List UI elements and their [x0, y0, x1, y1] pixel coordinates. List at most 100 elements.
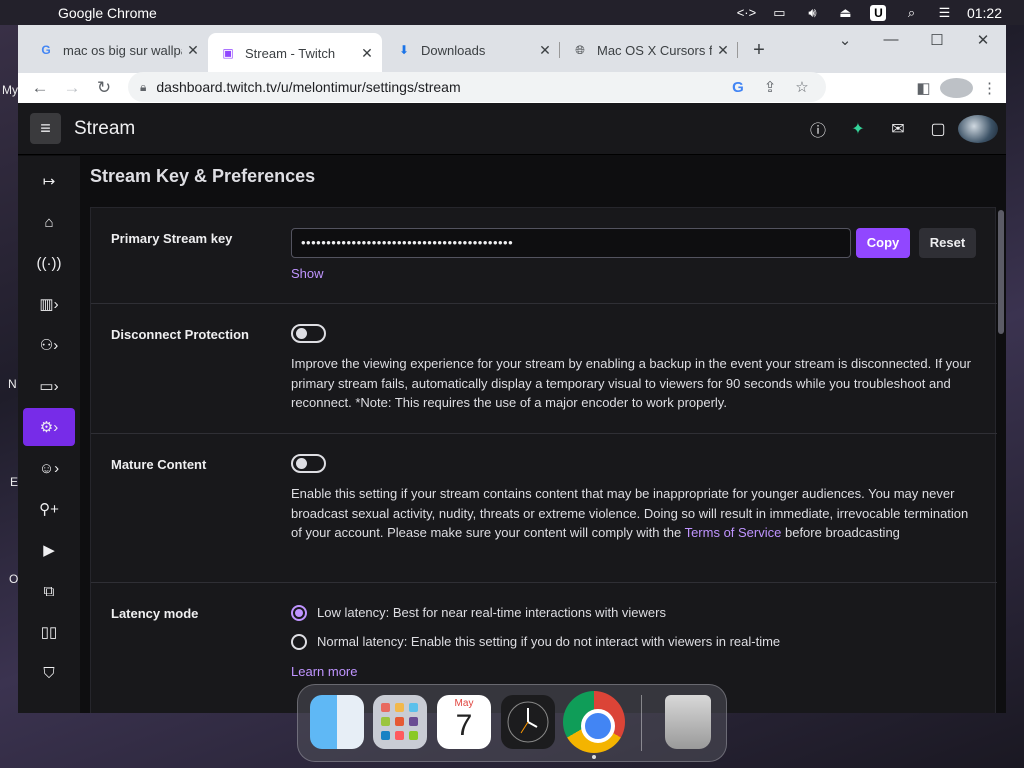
page-scrollbar[interactable]	[998, 210, 1004, 334]
normal-latency-label[interactable]: Normal latency: Enable this setting if y…	[317, 634, 780, 649]
sparkle-icon[interactable]: ✦	[838, 119, 878, 139]
volume-icon[interactable]: 🔊︎	[796, 5, 829, 21]
forward-button[interactable]: →	[56, 78, 88, 98]
tab-title: mac os big sur wallpa	[63, 42, 182, 58]
url-text[interactable]: dashboard.twitch.tv/u/melontimur/setting…	[156, 79, 460, 95]
close-tab-icon[interactable]: ✕	[534, 42, 556, 59]
launchpad-app-icon[interactable]	[373, 695, 427, 749]
disconnect-protection-label: Disconnect Protection	[111, 327, 249, 342]
inbox-icon[interactable]: ✉	[878, 119, 918, 139]
tab-downloads[interactable]: ⬇ Downloads ✕	[384, 33, 560, 67]
help-icon[interactable]: ⓘ	[798, 117, 838, 141]
running-indicator	[592, 755, 596, 759]
more-menu-icon[interactable]: ⋮	[973, 79, 1006, 97]
tab-twitch-stream[interactable]: ▣ Stream - Twitch ✕	[208, 33, 382, 73]
address-bar[interactable]: 🔒︎ dashboard.twitch.tv/u/melontimur/sett…	[128, 72, 826, 102]
twitch-icon: ▣	[222, 46, 234, 60]
macos-dock: May 7	[297, 684, 727, 762]
home-icon[interactable]: ⌂	[23, 203, 75, 241]
display-icon[interactable]: ▭	[763, 5, 796, 21]
close-window-button[interactable]: ✕	[968, 31, 998, 49]
disconnect-protection-description: Improve the viewing experience for your …	[291, 356, 971, 410]
tab-title: Stream - Twitch	[245, 45, 336, 61]
low-latency-radio[interactable]	[291, 605, 307, 621]
stream-key-row: Primary Stream key •••••••••••••••••••••…	[91, 208, 997, 304]
add-friend-icon[interactable]: ⚲+	[23, 490, 75, 528]
maximize-button[interactable]: ☐	[922, 31, 952, 49]
trash-icon[interactable]	[665, 695, 711, 749]
side-panel-icon[interactable]: ◧	[907, 79, 940, 97]
video-icon[interactable]: ▶	[23, 531, 75, 569]
close-tab-icon[interactable]: ✕	[356, 45, 378, 62]
latency-mode-label: Latency mode	[111, 606, 199, 621]
dashboard-title: Stream	[74, 117, 136, 139]
control-center-icon[interactable]: ☰	[928, 5, 961, 21]
settings-main: Stream Key & Preferences Primary Stream …	[80, 156, 1006, 713]
lock-icon[interactable]: 🔒︎	[140, 80, 146, 95]
stream-key-label: Primary Stream key	[111, 231, 233, 246]
viewer-rewards-icon[interactable]: ☺›	[23, 449, 75, 487]
reload-button[interactable]: ↻	[88, 78, 120, 98]
content-icon[interactable]: ▭›	[23, 367, 75, 405]
tab-separator	[737, 42, 738, 58]
safety-shield-icon[interactable]: ⛉	[23, 654, 75, 692]
terms-of-service-link[interactable]: Terms of Service	[685, 525, 782, 540]
minimize-button[interactable]: —	[876, 31, 906, 48]
clock-app-icon[interactable]	[501, 695, 555, 749]
community-icon[interactable]: ⚇›	[23, 326, 75, 364]
close-tab-icon[interactable]: ✕	[182, 42, 204, 59]
learn-more-link[interactable]: Learn more	[291, 664, 357, 679]
u-app-icon[interactable]: U	[862, 4, 895, 21]
creator-camp-icon[interactable]: ▯▯	[23, 613, 75, 651]
eject-icon[interactable]: ⏏︎	[829, 5, 862, 21]
tab-google-search[interactable]: G mac os big sur wallpa ✕	[26, 33, 208, 67]
profile-avatar[interactable]	[940, 78, 973, 98]
omnibox-actions: G ⇪ ☆	[726, 72, 814, 102]
menubar-clock[interactable]: 01:22	[967, 5, 1002, 21]
back-button[interactable]: ←	[24, 78, 56, 98]
copy-button[interactable]: Copy	[856, 228, 910, 258]
tab-search-icon[interactable]: ⌄	[830, 31, 860, 49]
disconnect-protection-toggle[interactable]	[291, 324, 326, 343]
reset-button[interactable]: Reset	[919, 228, 976, 258]
spotlight-search-icon[interactable]: ⌕	[895, 5, 928, 21]
hamburger-menu-icon[interactable]: ≡	[30, 113, 61, 144]
mature-content-description: Enable this setting if your stream conta…	[291, 486, 969, 540]
user-avatar[interactable]	[958, 114, 998, 143]
stream-key-input[interactable]: ••••••••••••••••••••••••••••••••••••••••…	[291, 228, 851, 258]
close-tab-icon[interactable]: ✕	[712, 42, 734, 59]
bookmark-star-icon[interactable]: ☆	[790, 78, 814, 96]
macos-menubar: Google Chrome <·> ▭ 🔊︎ ⏏︎ U ⌕ ☰ 01:22	[0, 0, 1024, 25]
show-key-link[interactable]: Show	[291, 266, 324, 281]
chrome-app-icon[interactable]	[563, 691, 625, 753]
analytics-icon[interactable]: ▥›	[23, 285, 75, 323]
globe-icon: 🌐︎	[575, 42, 585, 57]
broadcast-icon[interactable]: ((·))	[23, 244, 75, 282]
whispers-icon[interactable]: ▢	[918, 119, 958, 139]
topbar-actions: ⓘ ✦ ✉ ▢	[798, 114, 998, 143]
desktop-label: My	[2, 83, 18, 97]
settings-card: Primary Stream key •••••••••••••••••••••…	[90, 207, 997, 713]
expand-sidebar-icon[interactable]: ↦	[23, 162, 75, 200]
tab-mac-cursors[interactable]: 🌐︎ Mac OS X Cursors for ✕	[560, 33, 738, 67]
active-app-name[interactable]: Google Chrome	[58, 5, 157, 21]
extensions-icon[interactable]: ⧉	[23, 572, 75, 610]
browser-toolbar: ← → ↻ 🔒︎ dashboard.twitch.tv/u/melontimu…	[18, 72, 1006, 103]
download-icon: ⬇	[398, 43, 410, 57]
google-icon: G	[41, 43, 51, 57]
normal-latency-radio[interactable]	[291, 634, 307, 650]
tab-title: Mac OS X Cursors for	[597, 42, 712, 58]
finder-app-icon[interactable]	[310, 695, 364, 749]
code-brackets-icon[interactable]: <·>	[730, 5, 763, 20]
tab-strip: G mac os big sur wallpa ✕ ▣ Stream - Twi…	[18, 25, 1006, 73]
settings-icon[interactable]: ⚙›	[23, 408, 75, 446]
twitch-topbar: ≡ Stream ⓘ ✦ ✉ ▢	[18, 103, 1006, 155]
share-icon[interactable]: ⇪	[758, 78, 782, 96]
creator-sidebar: ↦ ⌂ ((·)) ▥› ⚇› ▭› ⚙› ☺› ⚲+ ▶ ⧉ ▯▯ ⛉	[18, 156, 80, 713]
low-latency-label[interactable]: Low latency: Best for near real-time int…	[317, 605, 666, 620]
calendar-app-icon[interactable]: May 7	[437, 695, 491, 749]
dock-divider	[641, 695, 642, 751]
google-lens-icon[interactable]: G	[726, 79, 750, 96]
mature-content-toggle[interactable]	[291, 454, 326, 473]
new-tab-button[interactable]: +	[750, 40, 768, 60]
